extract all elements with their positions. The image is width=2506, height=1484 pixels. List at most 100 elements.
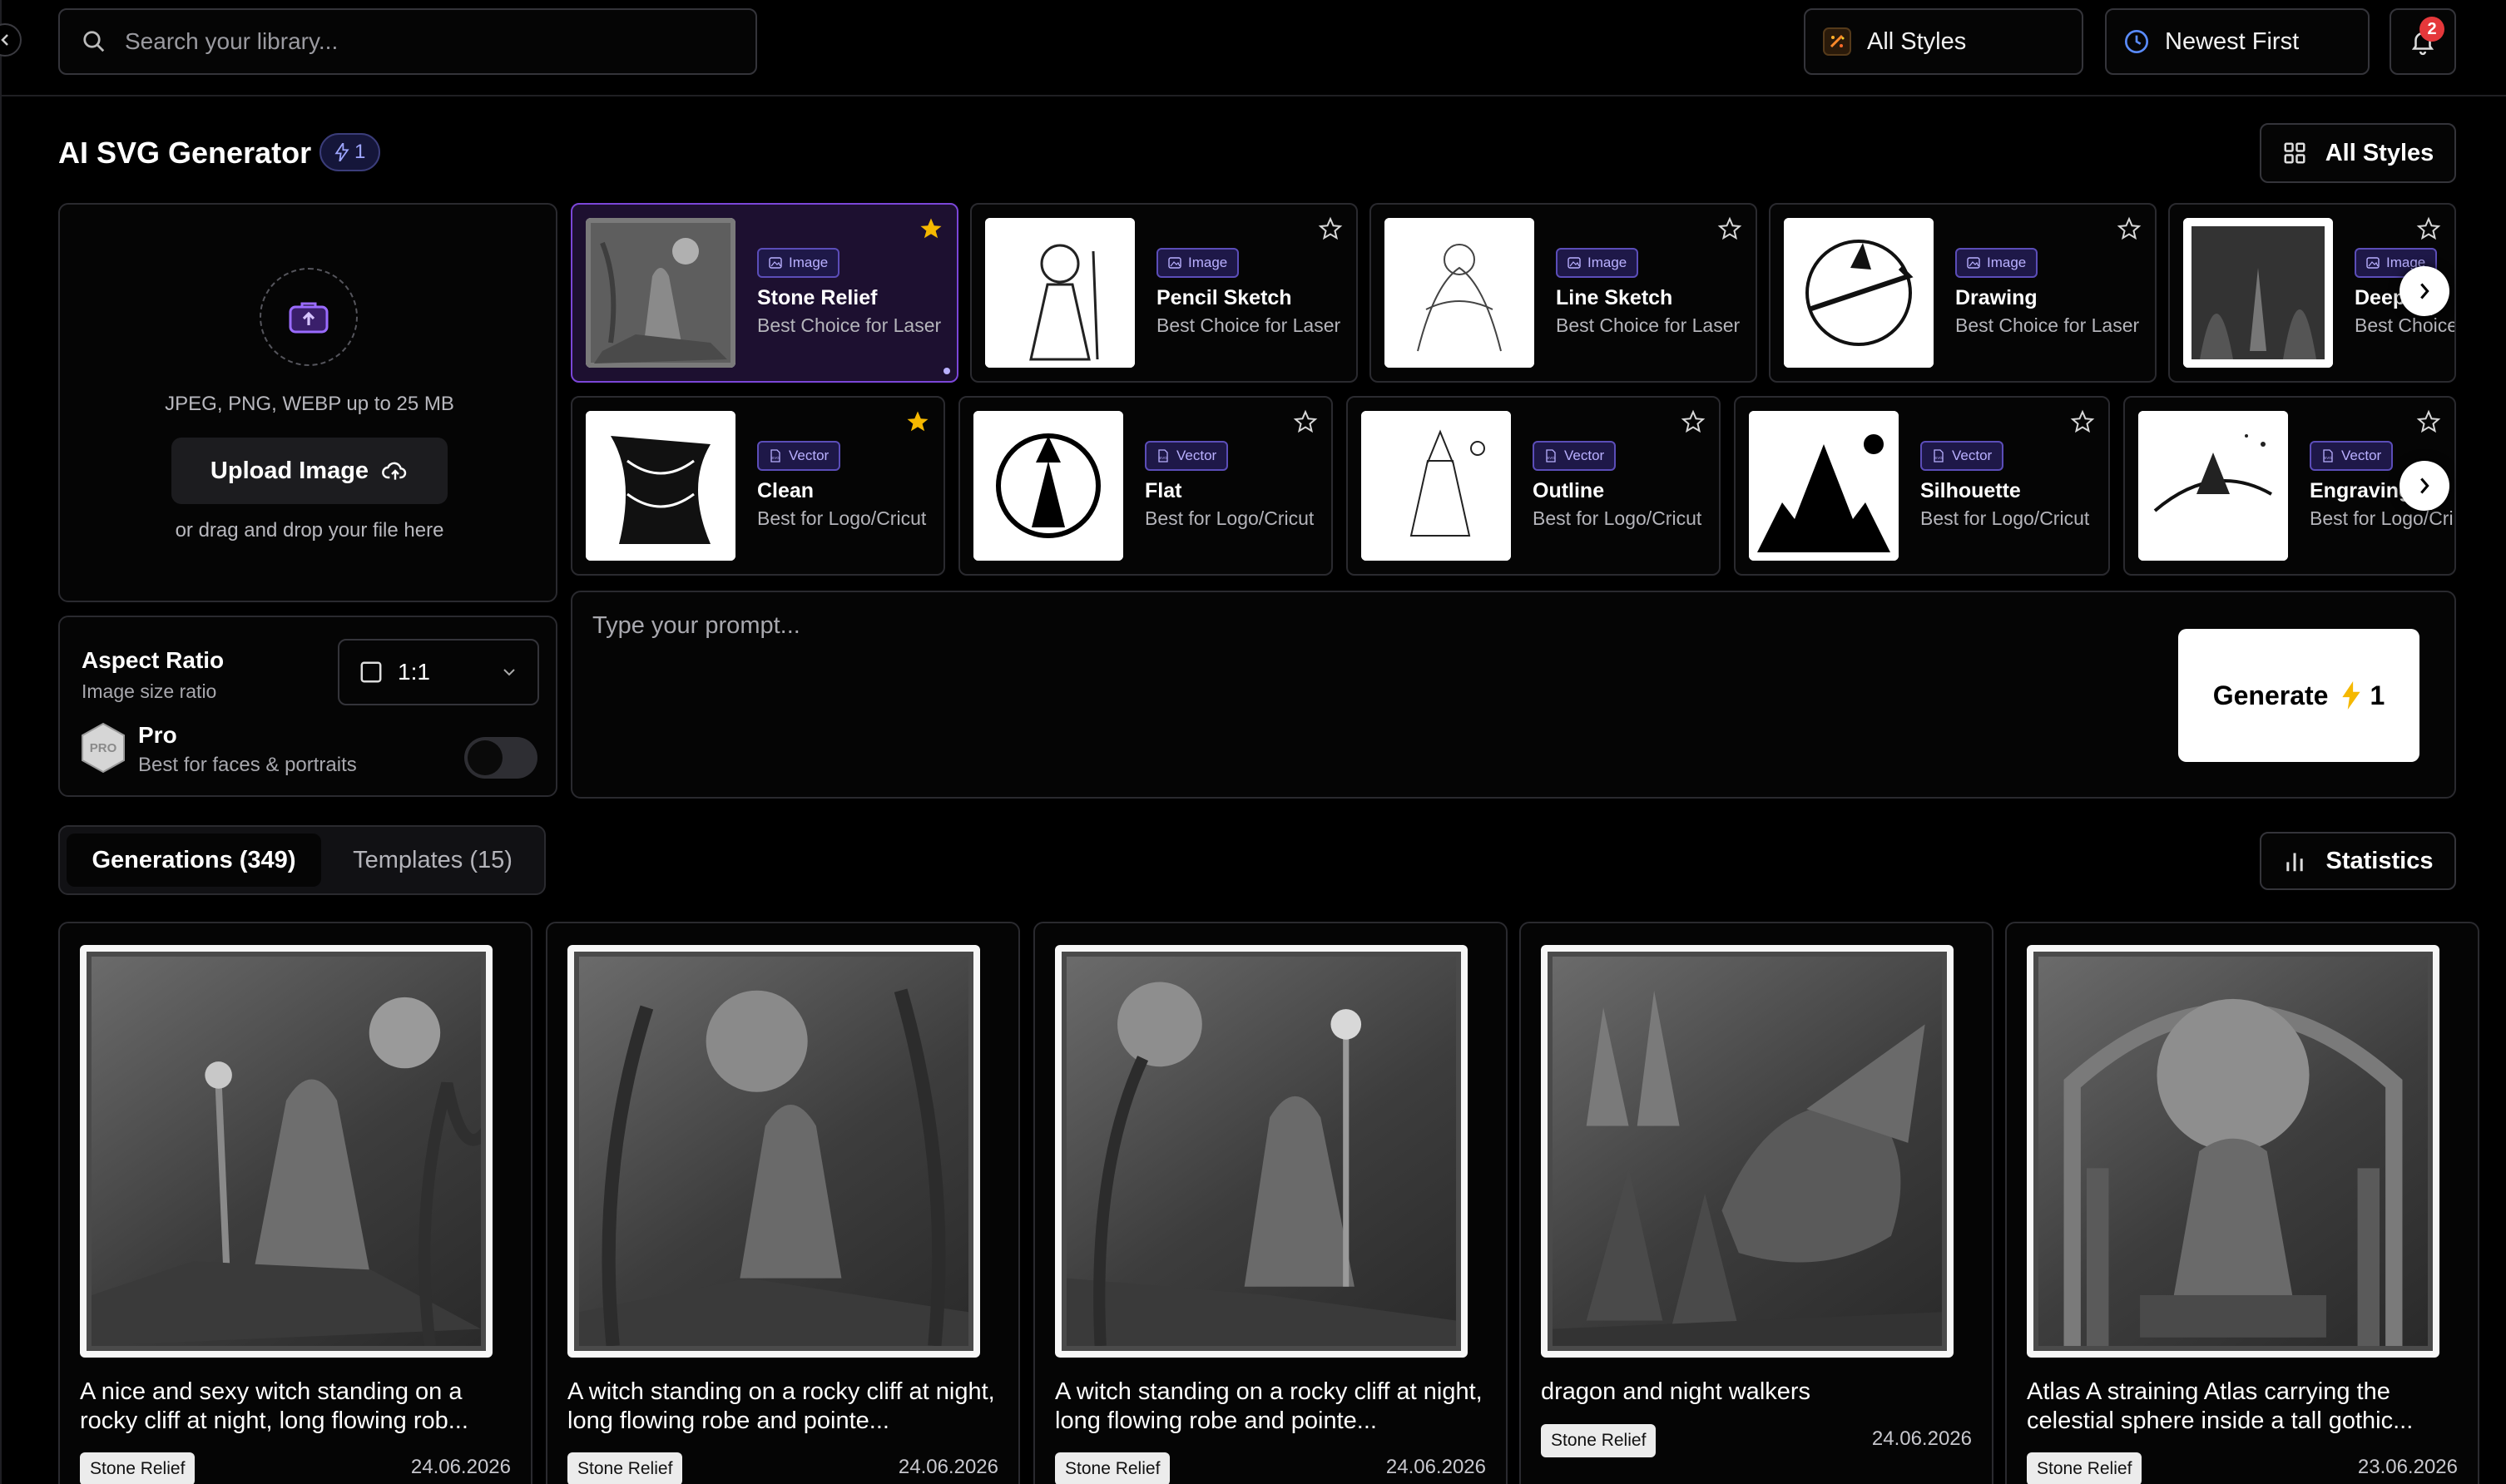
style-type-tag: SVG Vector [2310, 441, 2394, 471]
style-thumbnail [1384, 218, 1534, 368]
style-card[interactable]: SVG Vector Outline Best for Logo/Cricut [1346, 396, 1721, 576]
style-thumbnail-frame [586, 411, 735, 561]
style-name: Line Sketch [1556, 286, 1673, 309]
pro-hexagon-text: PRO [90, 741, 117, 755]
cloud-upload-icon [382, 462, 407, 480]
all-styles-button[interactable]: All Styles [2260, 123, 2456, 183]
style-card[interactable]: SVG Vector Flat Best for Logo/Cricut [958, 396, 1333, 576]
star-outline-icon[interactable] [1681, 409, 1706, 434]
chevron-right-icon [2420, 283, 2429, 299]
favorite-star[interactable] [2416, 216, 2441, 246]
style-subtitle: Best for Logo/Cricut [1920, 507, 2090, 529]
generation-date: 24.06.2026 [410, 1456, 511, 1478]
generate-cost: 1 [2370, 680, 2385, 710]
search-box[interactable] [58, 8, 757, 75]
aspect-ratio-value: 1:1 [398, 659, 430, 685]
credits-badge: 1 [319, 133, 381, 171]
statistics-label: Statistics [2325, 847, 2434, 874]
generation-image[interactable] [1541, 945, 1954, 1358]
star-outline-icon[interactable] [2070, 409, 2095, 434]
favorite-star[interactable] [2070, 409, 2095, 439]
gallery-tabs: Generations (349) Templates (15) [58, 825, 546, 895]
statistics-button[interactable]: Statistics [2260, 832, 2456, 890]
favorite-star[interactable] [1318, 216, 1343, 246]
style-filter-dropdown[interactable]: All Styles [1804, 8, 2083, 75]
generation-card[interactable]: dragon and night walkers Stone Relief 24.0… [1519, 922, 1993, 1484]
style-type-label: Vector [2341, 448, 2382, 463]
image-icon [1967, 257, 1980, 269]
favorite-star[interactable] [1293, 409, 1318, 439]
generation-style-tag: Stone Relief [1541, 1424, 1657, 1457]
style-subtitle: Best Choice for Laser [1955, 314, 2140, 336]
pro-toggle[interactable] [464, 737, 537, 779]
star-outline-icon[interactable] [2416, 216, 2441, 241]
prompt-input[interactable] [592, 612, 2206, 770]
grid-icon [2284, 142, 2305, 164]
svg-text:SVG: SVG [771, 456, 780, 460]
favorite-star[interactable] [905, 409, 930, 439]
style-card[interactable]: Image Drawing Best Choice for Laser [1769, 203, 2157, 383]
search-input[interactable] [125, 28, 707, 55]
svg-text:SVG: SVG [2324, 456, 2332, 460]
star-outline-icon[interactable] [1293, 409, 1318, 434]
upload-image-button[interactable]: Upload Image [171, 438, 448, 504]
style-thumbnail [1361, 411, 1511, 561]
styles-row1-next-button[interactable] [2400, 266, 2449, 316]
styles-row2-next-button[interactable] [2400, 461, 2449, 511]
star-filled-icon[interactable] [919, 216, 943, 241]
aspect-ratio-select[interactable]: 1:1 [338, 639, 539, 705]
style-card[interactable]: Image Pencil Sketch Best Choice for Laser [970, 203, 1358, 383]
style-type-label: Vector [1952, 448, 1993, 463]
upload-dropzone[interactable]: JPEG, PNG, WEBP up to 25 MB Upload Image… [58, 203, 557, 602]
upload-button-label: Upload Image [210, 457, 369, 484]
generation-title: A witch standing on a rocky cliff at nig… [1055, 1378, 1483, 1434]
generation-card[interactable]: Atlas A straining Atlas carrying the cel… [2005, 922, 2479, 1484]
notifications-button[interactable]: 2 [2390, 8, 2456, 75]
favorite-star[interactable] [2416, 409, 2441, 439]
tab-generations[interactable]: Generations (349) [67, 834, 321, 887]
star-outline-icon[interactable] [2117, 216, 2142, 241]
style-thumbnail-frame [1784, 218, 1934, 368]
sort-label: Newest First [2165, 27, 2300, 55]
star-outline-icon[interactable] [2416, 409, 2441, 434]
generation-title: Atlas A straining Atlas carrying the cel… [2027, 1378, 2414, 1434]
style-type-label: Image [1587, 255, 1627, 270]
style-thumbnail [973, 411, 1123, 561]
style-card[interactable]: Image Stone Relief Best Choice for Laser [571, 203, 958, 383]
style-type-label: Vector [1176, 448, 1217, 463]
generate-button[interactable]: Generate 1 [2178, 629, 2419, 762]
style-subtitle: Best for Logo/Cricut [757, 507, 927, 529]
stone-relief-thumbnail [586, 218, 735, 368]
pro-subtitle: Best for faces & portraits [138, 754, 357, 776]
style-subtitle: Best for Logo/Cricut [1145, 507, 1315, 529]
style-thumbnail-frame [1384, 218, 1534, 368]
favorite-star[interactable] [1681, 409, 1706, 439]
generation-title: A nice and sexy witch standing on a rock… [80, 1378, 468, 1434]
style-type-label: Image [789, 255, 829, 270]
style-thumbnail-frame [1361, 411, 1511, 561]
drag-drop-hint: or drag and drop your file here [175, 519, 444, 542]
favorite-star[interactable] [2117, 216, 2142, 246]
favorite-star[interactable] [1717, 216, 1742, 246]
generation-card[interactable]: A witch standing on a rocky cliff at nig… [1033, 922, 1508, 1484]
tab-templates[interactable]: Templates (15) [326, 834, 539, 887]
generation-image[interactable] [80, 945, 493, 1358]
square-icon [360, 661, 382, 683]
favorite-star[interactable] [919, 216, 943, 246]
generation-card[interactable]: A nice and sexy witch standing on a rock… [58, 922, 532, 1484]
style-card[interactable]: SVG Vector Silhouette Best for Logo/Cricut [1734, 396, 2110, 576]
generation-image[interactable] [567, 945, 980, 1358]
image-icon [1168, 257, 1181, 269]
star-filled-icon[interactable] [905, 409, 930, 434]
generation-image[interactable] [1055, 945, 1468, 1358]
style-card[interactable]: Image Line Sketch Best Choice for Laser [1369, 203, 1757, 383]
sort-dropdown[interactable]: Newest First [2105, 8, 2370, 75]
generation-image[interactable] [2027, 945, 2439, 1358]
generation-card[interactable]: A witch standing on a rocky cliff at nig… [546, 922, 1020, 1484]
svg-file-icon: SVG [1546, 449, 1556, 463]
star-outline-icon[interactable] [1318, 216, 1343, 241]
style-thumbnail-frame [2138, 411, 2288, 561]
style-card[interactable]: SVG Vector Clean Best for Logo/Cricut [571, 396, 945, 576]
style-name: Flat [1145, 479, 1182, 502]
star-outline-icon[interactable] [1717, 216, 1742, 241]
